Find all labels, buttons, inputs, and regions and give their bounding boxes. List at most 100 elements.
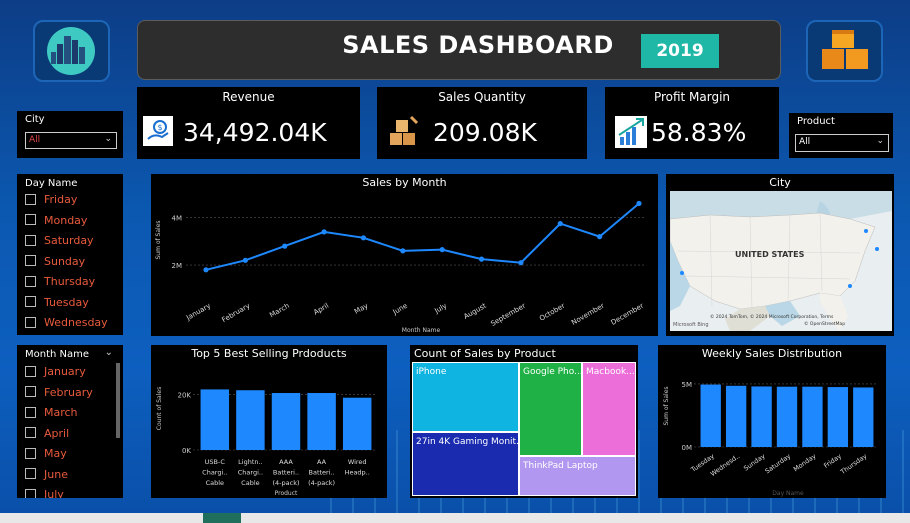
slicer-option[interactable]: March [25, 406, 78, 422]
x-tick-label: August [462, 302, 487, 321]
x-tick-label-line: Wired [348, 458, 367, 466]
slicer-option[interactable]: Sunday [25, 255, 85, 271]
data-point[interactable] [321, 229, 327, 235]
treemap-label: Google Pho... [523, 367, 582, 377]
slicer-option-label: January [44, 365, 86, 378]
slicer-option[interactable]: Wednesday [25, 316, 108, 332]
data-point[interactable] [360, 235, 367, 241]
treemap-cell-macbook[interactable]: Macbook... [582, 362, 636, 456]
x-tick-label: May [353, 302, 370, 316]
data-point[interactable] [518, 260, 524, 266]
treemap-cell-google-phone[interactable]: Google Pho... [519, 362, 582, 456]
data-point[interactable] [282, 243, 288, 249]
treemap-label: Macbook... [586, 367, 635, 377]
slicer-option[interactable]: July [25, 488, 64, 498]
x-tick-label: September [489, 302, 527, 328]
product-dropdown[interactable]: All ⌄ [795, 134, 889, 152]
chevron-down-icon[interactable]: ⌄ [105, 347, 113, 358]
bar[interactable] [751, 386, 772, 447]
slicer-option-label: June [44, 467, 68, 481]
treemap-title: Count of Sales by Product [414, 347, 556, 360]
data-point[interactable] [439, 247, 445, 253]
top-products-chart: Top 5 Best Selling Prdoducts 0K 20K USB-C C… [151, 345, 387, 498]
x-tick-label: February [221, 302, 252, 324]
x-tick-label: April [312, 302, 330, 317]
y-tick-label: 20K [178, 392, 192, 400]
treemap-label: ThinkPad Laptop [523, 461, 598, 471]
slicer-option[interactable]: February [25, 386, 93, 402]
slicer-option[interactable]: Friday [25, 193, 77, 209]
x-tick-label: Saturday [764, 452, 793, 475]
sales-quantity-value: 209.08K [433, 118, 537, 147]
checkbox[interactable] [25, 365, 36, 377]
slicer-option[interactable]: Saturday [25, 234, 94, 250]
x-tick-label: June [391, 302, 409, 317]
data-point[interactable] [557, 221, 563, 227]
checkbox[interactable] [25, 214, 36, 225]
page-title: SALES DASHBOARD [342, 31, 614, 59]
chevron-down-icon: ⌄ [104, 134, 112, 144]
slicer-option[interactable]: January [25, 365, 86, 381]
product-dropdown-value: All [799, 137, 811, 147]
slicer-option[interactable]: June [25, 468, 68, 484]
revenue-value: 34,492.04K [183, 118, 327, 147]
bing-logo: Microsoft Bing [673, 322, 709, 328]
data-point[interactable] [478, 256, 485, 262]
bar[interactable] [853, 387, 874, 447]
slicer-option[interactable]: April [25, 427, 69, 443]
bar[interactable] [271, 393, 301, 450]
checkbox[interactable] [25, 468, 36, 479]
x-tick-label: December [610, 302, 646, 327]
bar[interactable] [200, 389, 230, 450]
day-slicer-title: Day Name [25, 178, 78, 189]
bar[interactable] [827, 387, 849, 447]
x-tick-label: Thursday [838, 452, 868, 477]
checkbox[interactable] [25, 447, 36, 459]
y-tick-label: 0M [682, 444, 693, 452]
checkbox[interactable] [25, 316, 36, 328]
checkbox[interactable] [25, 386, 36, 397]
slicer-option[interactable]: Thursday [25, 275, 95, 291]
city-dropdown[interactable]: All ⌄ [25, 132, 117, 149]
map-title: City [769, 176, 791, 189]
x-tick-label-line: Chargi.. [238, 469, 263, 477]
treemap-label: 27in 4K Gaming Monit... [416, 437, 519, 447]
month-slicer-scrollbar[interactable] [116, 363, 120, 438]
checkbox[interactable] [25, 296, 36, 307]
bar[interactable] [700, 384, 721, 447]
checkbox[interactable] [25, 255, 36, 266]
data-point[interactable] [400, 248, 406, 254]
revenue-icon: $ [143, 116, 173, 146]
checkbox[interactable] [25, 234, 36, 246]
bar[interactable] [236, 390, 265, 450]
treemap-cell-thinkpad[interactable]: ThinkPad Laptop [519, 456, 636, 496]
checkbox[interactable] [25, 275, 36, 287]
bar[interactable] [776, 386, 798, 447]
bar[interactable] [307, 393, 336, 450]
bar[interactable] [802, 386, 823, 447]
bar[interactable] [342, 397, 372, 450]
x-tick-label-line: USB-C [205, 458, 226, 466]
checkbox[interactable] [25, 193, 36, 205]
data-point[interactable] [203, 267, 209, 273]
data-point[interactable] [597, 234, 603, 240]
y-tick-label: 5M [682, 381, 693, 389]
slicer-option[interactable]: Tuesday [25, 296, 89, 312]
slicer-option[interactable]: Monday [25, 214, 87, 230]
checkbox[interactable] [25, 427, 36, 438]
day-name-slicer: Day Name Friday Monday Saturday Sunday Thurs… [17, 174, 123, 335]
bar[interactable] [725, 385, 747, 447]
city-logo [33, 20, 110, 82]
slicer-option[interactable]: May [25, 447, 67, 463]
treemap-cell-monitor[interactable]: 27in 4K Gaming Monit... [412, 432, 519, 496]
us-map[interactable]: UNITED STATES © 2024 TomTom, © 2024 Micr… [670, 191, 892, 331]
checkbox[interactable] [25, 406, 36, 418]
data-point[interactable] [636, 200, 642, 207]
boxes-logo [806, 20, 883, 82]
city-dropdown-value: All [29, 135, 41, 145]
taskbar-app-icon[interactable] [203, 513, 241, 523]
data-point[interactable] [242, 257, 248, 263]
checkbox[interactable] [25, 488, 36, 498]
revenue-card: Revenue $ 34,492.04K [137, 87, 360, 159]
treemap-cell-iphone[interactable]: iPhone [412, 362, 519, 432]
